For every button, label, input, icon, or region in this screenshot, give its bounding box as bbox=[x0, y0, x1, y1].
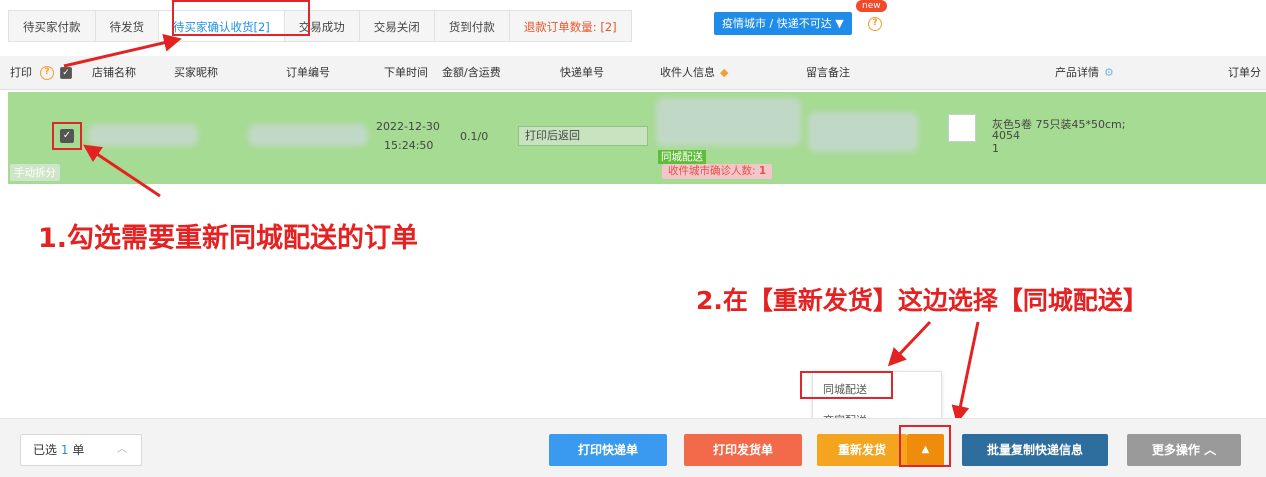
more-actions-button[interactable]: 更多操作 ︿ bbox=[1127, 434, 1241, 466]
city-case-count: 收件城市确诊人数: 1 bbox=[662, 164, 773, 179]
col-order-no: 订单编号 bbox=[286, 66, 330, 79]
product-code: 4054 bbox=[992, 129, 1020, 142]
order-no-blurred bbox=[248, 124, 368, 146]
col-buyer: 买家昵称 bbox=[174, 66, 218, 79]
table-header: 打印 ? ✓ 店铺名称 买家昵称 订单编号 下单时间 金额/含运费 快递单号 收… bbox=[0, 56, 1266, 90]
order-time: 15:24:50 bbox=[384, 139, 434, 152]
tab-success[interactable]: 交易成功 bbox=[283, 10, 359, 42]
gear-icon[interactable]: ⚙ bbox=[1104, 56, 1114, 90]
col-order-time: 下单时间 bbox=[384, 66, 428, 79]
shop-name-blurred bbox=[88, 124, 198, 146]
chevron-up-icon: ︿ bbox=[117, 444, 127, 455]
action-bar: 已选 1 单 ︿ 打印快递单 打印发货单 重新发货 ▲ 批量复制快递信息 更多操… bbox=[0, 418, 1266, 477]
split-tag: 手动拆分 bbox=[10, 164, 60, 181]
reship-button[interactable]: 重新发货 bbox=[817, 434, 907, 466]
tab-awaiting-receipt[interactable]: 待买家确认收货[2] bbox=[158, 10, 284, 42]
col-amount: 金额/含运费 bbox=[442, 66, 501, 79]
tracking-input[interactable]: 打印后返回 bbox=[518, 126, 648, 146]
toggle-highlight bbox=[899, 425, 951, 467]
product-thumbnail[interactable] bbox=[948, 114, 976, 142]
order-amount: 0.1/0 bbox=[460, 130, 489, 143]
table-row[interactable]: ✓ 手动拆分 2022-12-30 15:24:50 0.1/0 打印后返回 同… bbox=[8, 92, 1266, 184]
shield-icon: ◆ bbox=[720, 66, 729, 79]
receiver-info-blurred bbox=[656, 98, 801, 146]
select-all-checkbox[interactable]: ✓ bbox=[60, 56, 72, 90]
batch-copy-button[interactable]: 批量复制快递信息 bbox=[962, 434, 1108, 466]
print-help-icon[interactable]: ? bbox=[40, 66, 54, 80]
new-badge: new bbox=[856, 0, 887, 12]
arrow-to-dropdown bbox=[887, 320, 932, 367]
col-shop: 店铺名称 bbox=[92, 66, 136, 79]
tab-awaiting-payment[interactable]: 待买家付款 bbox=[8, 10, 95, 42]
selected-count-box[interactable]: 已选 1 单 ︿ bbox=[20, 434, 142, 466]
print-shipping-button[interactable]: 打印发货单 bbox=[684, 434, 802, 466]
help-icon[interactable]: ? bbox=[868, 17, 882, 31]
tab-cod[interactable]: 货到付款 bbox=[433, 10, 509, 42]
tab-awaiting-shipment[interactable]: 待发货 bbox=[94, 10, 158, 42]
annotation-step1: 1.勾选需要重新同城配送的订单 bbox=[38, 223, 419, 254]
region-filter-button[interactable]: 疫情城市 / 快递不可达 ▼ bbox=[714, 12, 852, 35]
order-date: 2022-12-30 bbox=[376, 120, 440, 133]
row-checkbox-highlight bbox=[52, 122, 82, 150]
col-tracking: 快递单号 bbox=[560, 66, 604, 79]
note-blurred bbox=[808, 112, 918, 152]
tab-closed[interactable]: 交易关闭 bbox=[358, 10, 434, 42]
col-receiver: 收件人信息 bbox=[660, 66, 715, 79]
col-note: 留言备注 bbox=[806, 66, 850, 79]
col-print: 打印 bbox=[10, 66, 32, 79]
arrow-to-toggle bbox=[951, 321, 980, 424]
product-qty: 1 bbox=[992, 142, 999, 155]
col-product: 产品详情 bbox=[1055, 66, 1099, 79]
dropdown-highlight bbox=[800, 371, 893, 399]
col-split: 订单分 bbox=[1228, 66, 1261, 79]
same-city-tag: 同城配送 bbox=[658, 150, 706, 164]
status-tabs: 待买家付款 待发货 待买家确认收货[2] 交易成功 交易关闭 货到付款 退款订单… bbox=[8, 8, 632, 44]
annotation-step2: 2.在【重新发货】这边选择【同城配送】 bbox=[696, 286, 1148, 315]
tab-refund[interactable]: 退款订单数量: [2] bbox=[508, 10, 632, 42]
print-express-button[interactable]: 打印快递单 bbox=[549, 434, 667, 466]
